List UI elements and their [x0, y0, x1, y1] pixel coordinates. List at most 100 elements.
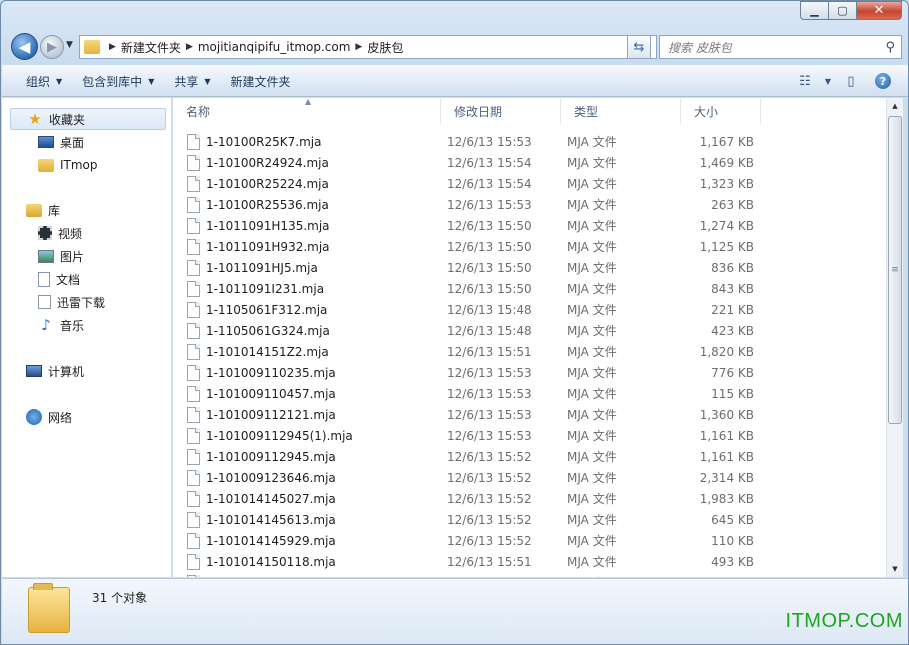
- organize-button[interactable]: 组织 ▼: [16, 68, 72, 94]
- table-row[interactable]: 1-101009112945(1).mja 12/6/13 15:53 MJA 文件…: [173, 425, 886, 446]
- maximize-button[interactable]: ▢: [828, 1, 856, 20]
- table-row[interactable]: 1-101014151Z2.mja 12/6/13 15:51 MJA 文件 1,82…: [173, 341, 886, 362]
- file-size: 493 KB: [711, 554, 754, 569]
- nav-videos[interactable]: 视频: [38, 222, 82, 244]
- address-bar[interactable]: ▶ 新建文件夹 ▶ mojitianqipifu_itmop.com ▶ 皮肤包…: [79, 35, 657, 59]
- file-name: 1-101009110235.mja: [206, 365, 336, 380]
- nav-label: 音乐: [60, 318, 85, 333]
- breadcrumb-item[interactable]: 皮肤包: [367, 39, 403, 56]
- chevron-right-icon[interactable]: ▶: [104, 42, 121, 52]
- file-icon: [187, 364, 200, 381]
- file-size: 668 KB: [681, 576, 754, 578]
- file-type: MJA 文件: [567, 177, 617, 191]
- file-type: MJA 文件: [567, 471, 617, 485]
- refresh-button[interactable]: ⇆: [627, 35, 651, 59]
- table-row[interactable]: 1-10100R25536.mja 12/6/13 15:53 MJA 文件 263 …: [173, 194, 886, 215]
- nav-documents[interactable]: 文档: [38, 268, 80, 290]
- table-row[interactable]: 1-1011091H135.mja 12/6/13 15:50 MJA 文件 1,27…: [173, 215, 886, 236]
- nav-label: ITmop: [60, 158, 98, 172]
- close-button[interactable]: ✕: [856, 1, 902, 20]
- file-name: 1-10100R25224.mja: [206, 176, 329, 191]
- file-date: 12/6/13 15:48: [447, 302, 532, 317]
- vertical-scrollbar[interactable]: ▲ ≡ ▼: [886, 98, 903, 577]
- file-date: 12/6/13 15:48: [447, 323, 532, 338]
- file-icon: [187, 532, 200, 549]
- column-header-type[interactable]: 类型: [561, 98, 681, 124]
- table-row[interactable]: 1-101014145027.mja 12/6/13 15:52 MJA 文件 1,9…: [173, 488, 886, 509]
- table-row[interactable]: 1-1011091H932.mja 12/6/13 15:50 MJA 文件 1,12…: [173, 236, 886, 257]
- file-name-cell: 1-101014150118.mja: [173, 553, 441, 570]
- nav-itmop[interactable]: ITmop: [38, 154, 98, 176]
- music-note-icon: ♪: [41, 316, 51, 334]
- table-row[interactable]: 1-101009123646.mja 12/6/13 15:52 MJA 文件 2,3…: [173, 467, 886, 488]
- nav-network[interactable]: 网络: [26, 406, 72, 428]
- table-row[interactable]: 1-101014145929.mja 12/6/13 15:52 MJA 文件 110…: [173, 530, 886, 551]
- document-icon: [38, 271, 50, 287]
- nav-favorites[interactable]: ★ 收藏夹: [10, 108, 166, 130]
- table-row[interactable]: 1-101014152329.mja 12/6/13 15:50MJA 文件668…: [173, 572, 886, 577]
- table-row[interactable]: 1-101009110235.mja 12/6/13 15:53 MJA 文件 776…: [173, 362, 886, 383]
- file-name-cell: 1-1011091H135.mja: [173, 217, 441, 234]
- table-row[interactable]: 1-101009112945.mja 12/6/13 15:52 MJA 文件 1,1…: [173, 446, 886, 467]
- table-row[interactable]: 1-1105061G324.mja 12/6/13 15:48 MJA 文件 423 …: [173, 320, 886, 341]
- chevron-right-icon[interactable]: ▶: [181, 42, 198, 52]
- file-name: 1-10100R25K7.mja: [206, 134, 322, 149]
- breadcrumb-item[interactable]: 新建文件夹: [121, 39, 181, 56]
- forward-button[interactable]: ▶: [40, 35, 64, 59]
- scroll-down-icon[interactable]: ▼: [887, 561, 903, 577]
- new-folder-button[interactable]: 新建文件夹: [221, 68, 301, 94]
- scrollbar-thumb[interactable]: ≡: [888, 116, 902, 424]
- column-label: 类型: [574, 104, 599, 119]
- table-row[interactable]: 1-1011091I231.mja 12/6/13 15:50 MJA 文件 843 …: [173, 278, 886, 299]
- nav-computer[interactable]: 计算机: [26, 360, 84, 382]
- file-type: MJA 文件: [567, 282, 617, 296]
- table-row[interactable]: 1-1011091HJ5.mja 12/6/13 15:50 MJA 文件 836 K…: [173, 257, 886, 278]
- help-button[interactable]: ?: [867, 68, 899, 94]
- caption-buttons: ▁ ▢ ✕: [800, 1, 902, 20]
- chevron-right-icon[interactable]: ▶: [350, 42, 367, 52]
- view-options-icon[interactable]: ☷: [789, 68, 821, 94]
- file-list: ▲ 名称 修改日期 类型 大小 1-10100R25K7.mja 12/6/13 …: [173, 98, 886, 577]
- table-row[interactable]: 1-10100R25K7.mja 12/6/13 15:53 MJA 文件 1,167…: [173, 131, 886, 152]
- file-name: 1-1105061G324.mja: [206, 323, 330, 338]
- view-chevron-down-icon[interactable]: ▼: [821, 68, 835, 94]
- file-date: 12/6/13 15:50: [447, 239, 532, 254]
- search-placeholder: 搜索 皮肤包: [668, 40, 732, 55]
- column-header-name[interactable]: ▲ 名称: [173, 98, 441, 124]
- column-header-date[interactable]: 修改日期: [441, 98, 561, 124]
- table-row[interactable]: 1-10100R25224.mja 12/6/13 15:54 MJA 文件 1,32…: [173, 173, 886, 194]
- minimize-button[interactable]: ▁: [800, 1, 828, 20]
- file-size: 1,125 KB: [699, 239, 754, 254]
- table-row[interactable]: 1-10100R24924.mja 12/6/13 15:54 MJA 文件 1,46…: [173, 152, 886, 173]
- include-in-library-button[interactable]: 包含到库中 ▼: [72, 68, 164, 94]
- share-button[interactable]: 共享 ▼: [164, 68, 220, 94]
- recent-pages-chevron-icon[interactable]: ▼: [66, 40, 73, 50]
- back-button[interactable]: ◀: [11, 33, 38, 60]
- nav-label: 库: [48, 203, 61, 218]
- table-row[interactable]: 1-101009110457.mja 12/6/13 15:53 MJA 文件 115…: [173, 383, 886, 404]
- file-size: 1,167 KB: [699, 134, 754, 149]
- file-size: 1,323 KB: [699, 176, 754, 191]
- table-row[interactable]: 1-101009112121.mja 12/6/13 15:53 MJA 文件 1,3…: [173, 404, 886, 425]
- nav-desktop[interactable]: 桌面: [38, 131, 84, 153]
- nav-libraries[interactable]: 库: [26, 199, 60, 221]
- nav-label: 视频: [58, 226, 83, 241]
- scroll-up-icon[interactable]: ▲: [887, 98, 903, 114]
- chevron-down-icon: ▼: [148, 76, 155, 86]
- file-icon: [187, 343, 200, 360]
- nav-pictures[interactable]: 图片: [38, 245, 84, 267]
- table-row[interactable]: 1-1105061F312.mja 12/6/13 15:48 MJA 文件 221 …: [173, 299, 886, 320]
- nav-thunder-downloads[interactable]: 迅雷下载: [38, 291, 105, 313]
- file-name-cell: 1-1105061F312.mja: [173, 301, 441, 318]
- search-icon[interactable]: ⚲: [885, 40, 895, 55]
- file-name: 1-101014145613.mja: [206, 512, 336, 527]
- breadcrumb-item[interactable]: mojitianqipifu_itmop.com: [198, 40, 351, 54]
- preview-pane-icon[interactable]: ▯: [835, 68, 867, 94]
- file-date: 12/6/13 15:50: [447, 218, 532, 233]
- table-row[interactable]: 1-101014145613.mja 12/6/13 15:52 MJA 文件 645…: [173, 509, 886, 530]
- column-header-size[interactable]: 大小: [681, 98, 761, 124]
- search-input[interactable]: 搜索 皮肤包 ⚲: [659, 35, 902, 59]
- table-row[interactable]: 1-101014150118.mja 12/6/13 15:51 MJA 文件 493…: [173, 551, 886, 572]
- file-size: 776 KB: [711, 365, 754, 380]
- nav-music[interactable]: ♪ 音乐: [38, 314, 84, 336]
